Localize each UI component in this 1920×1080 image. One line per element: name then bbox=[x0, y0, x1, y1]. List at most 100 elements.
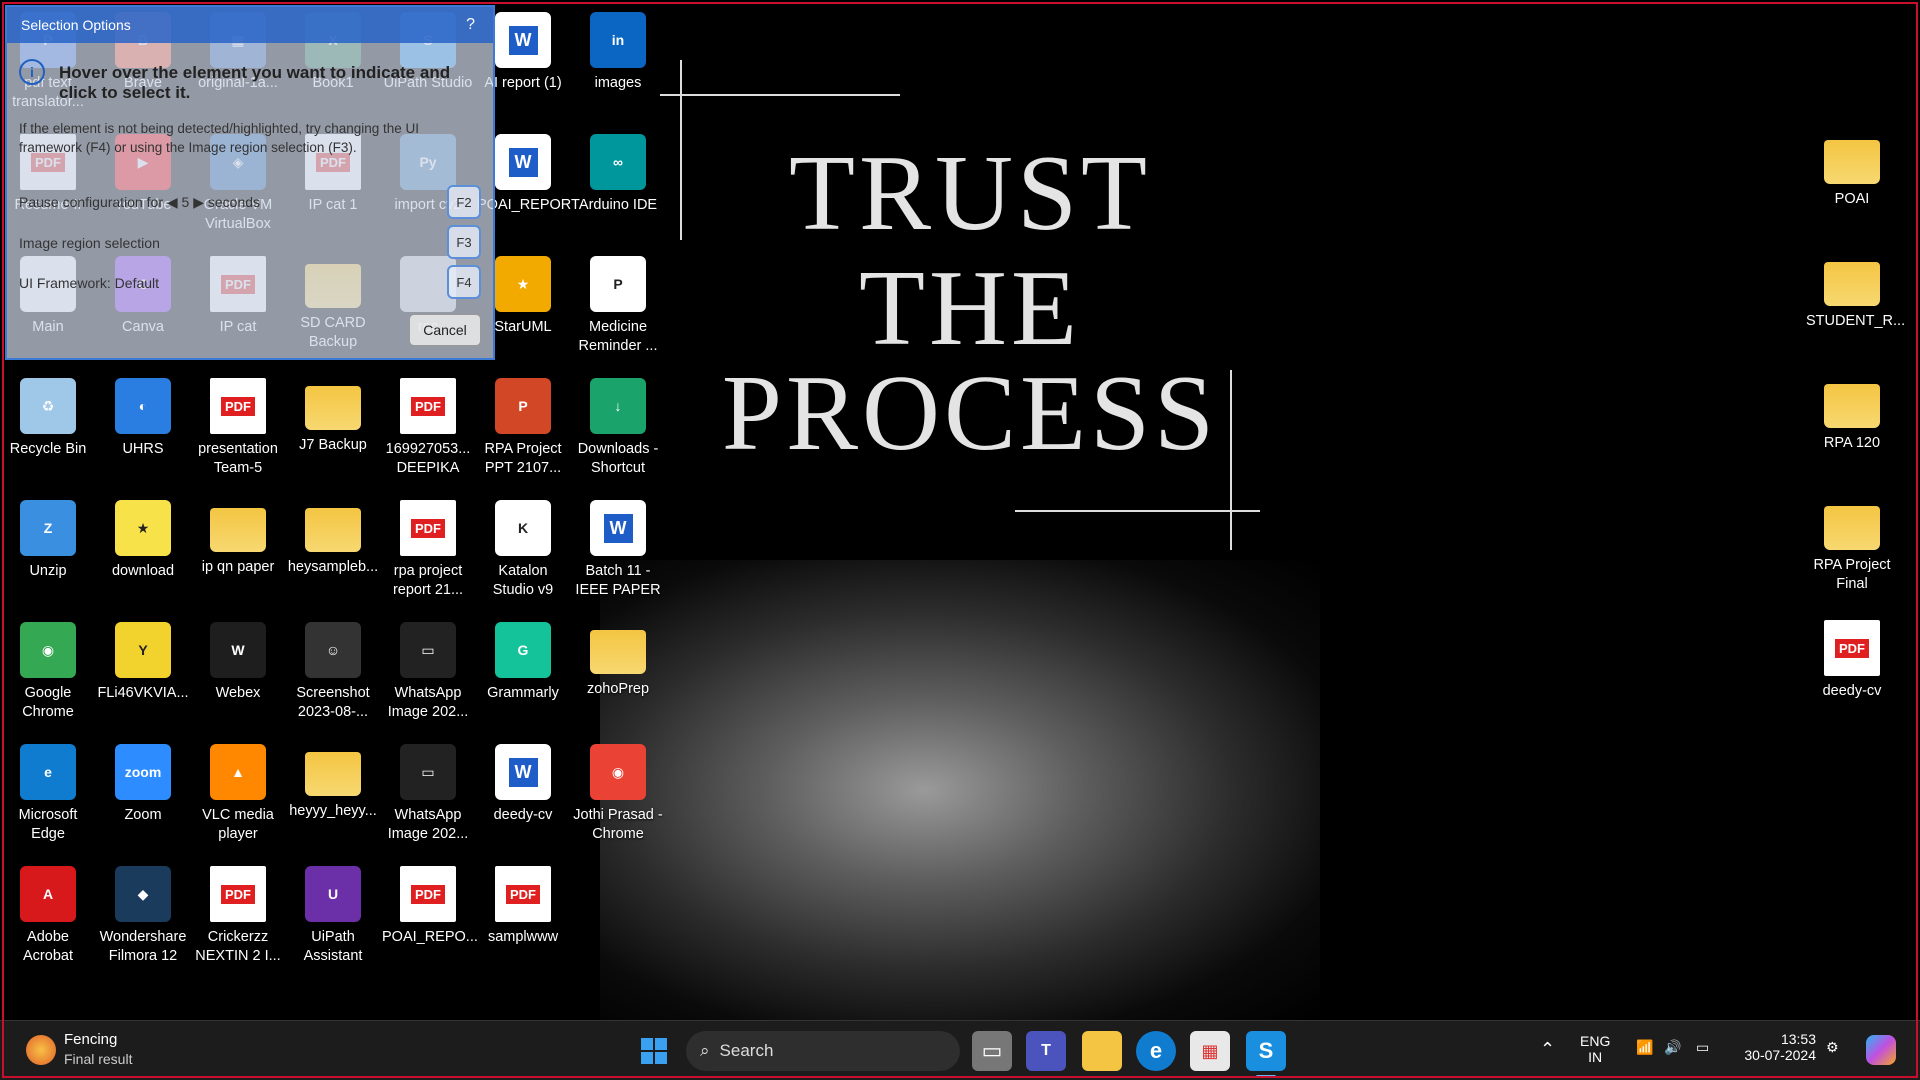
chevron-up-icon[interactable]: ⌃ bbox=[1540, 1039, 1555, 1060]
desktop-icon[interactable]: P RPA Project PPT 2107... bbox=[477, 368, 569, 486]
region-code: IN bbox=[1588, 1049, 1603, 1065]
desktop-icon[interactable]: U UiPath Assistant bbox=[287, 856, 379, 974]
desktop-icon-label: 169927053... DEEPIKA bbox=[385, 441, 471, 476]
app-glyph: Y bbox=[138, 642, 148, 658]
search-icon: ⌕ bbox=[700, 1041, 710, 1060]
cancel-button[interactable]: Cancel bbox=[409, 314, 481, 346]
folder-icon bbox=[1824, 384, 1880, 428]
ui-framework-label[interactable]: UI Framework: Default bbox=[19, 275, 159, 291]
desktop-icon[interactable]: ▲ VLC media player bbox=[192, 734, 284, 852]
language-indicator[interactable]: ENG IN bbox=[1580, 1033, 1610, 1065]
store-icon[interactable]: ▦ bbox=[1190, 1031, 1230, 1071]
desktop-icon[interactable]: ◐ UHRS bbox=[97, 368, 189, 486]
pause-stepper[interactable]: ◀ 5 ▶ bbox=[167, 194, 208, 210]
desktop-icon-label: deedy-cv bbox=[1822, 683, 1882, 699]
desktop-icon[interactable]: PDF 169927053... DEEPIKA bbox=[382, 368, 474, 486]
copilot-icon[interactable] bbox=[1866, 1035, 1896, 1065]
notification-icon[interactable]: ⚙ bbox=[1826, 1039, 1839, 1056]
desktop-icon[interactable]: Z Unzip bbox=[2, 490, 94, 608]
help-icon[interactable]: ? bbox=[466, 16, 475, 34]
desktop-icon[interactable]: PDF POAI_REPO... bbox=[382, 856, 478, 974]
desktop-icon[interactable]: P Medicine Reminder ... bbox=[572, 246, 664, 364]
desktop-icon[interactable]: zohoPrep bbox=[572, 612, 664, 730]
desktop-icon[interactable]: PDF rpa project report 21... bbox=[382, 490, 474, 608]
word-document-icon: W bbox=[590, 500, 646, 556]
f4-key-button[interactable]: F4 bbox=[447, 265, 481, 299]
desktop-icon[interactable]: zoom Zoom bbox=[97, 734, 189, 852]
desktop-icon[interactable]: in images bbox=[572, 2, 664, 120]
desktop-icon[interactable]: e Microsoft Edge bbox=[2, 734, 94, 852]
desktop-icon[interactable]: PDF presentation Team-5 bbox=[192, 368, 284, 486]
weather-title[interactable]: Fencing bbox=[64, 1031, 117, 1048]
pause-value[interactable]: 5 bbox=[182, 194, 190, 210]
desktop-icon[interactable]: heyyy_heyy... bbox=[287, 734, 379, 852]
desktop-icon-label: deedy-cv bbox=[493, 807, 553, 823]
desktop-icon[interactable]: ▭ WhatsApp Image 202... bbox=[382, 734, 474, 852]
pdf-badge: PDF bbox=[411, 884, 445, 904]
desktop-icon[interactable]: ◉ Jothi Prasad - Chrome bbox=[572, 734, 664, 852]
app-icon: ◐ bbox=[115, 378, 171, 434]
volume-icon[interactable]: 🔊 bbox=[1664, 1039, 1681, 1056]
selection-options-dialog[interactable]: Selection Options ? i Hover over the ele… bbox=[5, 5, 495, 360]
desktop-icon-label: rpa project report 21... bbox=[392, 563, 464, 598]
folder-icon bbox=[305, 386, 361, 430]
desktop-icon[interactable]: RPA 120 bbox=[1806, 366, 1898, 484]
pdf-icon: PDF bbox=[1824, 620, 1880, 676]
desktop-icon[interactable]: A Adobe Acrobat bbox=[2, 856, 94, 974]
desktop-icon[interactable]: W Webex bbox=[192, 612, 284, 730]
desktop-icon-label: J7 Backup bbox=[299, 437, 367, 453]
app-icon: U bbox=[305, 866, 361, 922]
desktop-icon-label: Wondershare Filmora 12 bbox=[99, 929, 187, 964]
file-explorer-icon[interactable] bbox=[1082, 1031, 1122, 1071]
battery-icon[interactable]: ▭ bbox=[1696, 1039, 1709, 1056]
app-icon: P bbox=[495, 378, 551, 434]
desktop-icon[interactable]: J7 Backup bbox=[287, 368, 379, 486]
app-icon: ▲ bbox=[210, 744, 266, 800]
teams-icon[interactable]: T bbox=[1026, 1031, 1066, 1071]
f2-key-button[interactable]: F2 bbox=[447, 185, 481, 219]
app-icon: Y bbox=[115, 622, 171, 678]
desktop-icon-label: STUDENT_R... bbox=[1806, 313, 1906, 329]
desktop-icon-label: ip qn paper bbox=[201, 559, 275, 575]
desktop-icon-label: RPA Project Final bbox=[1813, 557, 1891, 592]
desktop-icon[interactable]: ▭ WhatsApp Image 202... bbox=[382, 612, 474, 730]
desktop-icon[interactable]: PDF deedy-cv bbox=[1806, 610, 1898, 728]
desktop-icon[interactable]: ♻ Recycle Bin bbox=[2, 368, 94, 486]
desktop-icon[interactable]: ∞ Arduino IDE bbox=[572, 124, 664, 242]
desktop-icon[interactable]: ◉ Google Chrome bbox=[2, 612, 94, 730]
desktop-icon[interactable]: STUDENT_R... bbox=[1806, 244, 1906, 362]
folder-icon bbox=[590, 630, 646, 674]
clock-time: 13:53 bbox=[1780, 1031, 1816, 1047]
desktop-icon[interactable]: ip qn paper bbox=[192, 490, 284, 608]
desktop-icon[interactable]: ◆ Wondershare Filmora 12 bbox=[97, 856, 189, 974]
weather-widget-icon[interactable] bbox=[26, 1035, 56, 1065]
desktop-icon[interactable]: Y FLi46VKVIA... bbox=[97, 612, 189, 730]
desktop-icon[interactable]: POAI bbox=[1806, 122, 1898, 240]
dialog-titlebar[interactable]: Selection Options ? bbox=[7, 7, 493, 43]
image-region-label[interactable]: Image region selection bbox=[19, 235, 160, 251]
desktop-icon[interactable]: heysampleb... bbox=[287, 490, 379, 608]
desktop-icon[interactable]: ★ download bbox=[97, 490, 189, 608]
task-view-icon[interactable]: ▭ bbox=[972, 1031, 1012, 1071]
desktop-icon[interactable]: RPA Project Final bbox=[1806, 488, 1898, 606]
desktop-icon[interactable]: PDF Crickerzz NEXTIN 2 I... bbox=[192, 856, 284, 974]
pause-unit: seconds bbox=[207, 194, 261, 210]
desktop-icon[interactable]: ☺ Screenshot 2023-08-... bbox=[287, 612, 379, 730]
start-button[interactable] bbox=[634, 1031, 674, 1071]
folder-icon bbox=[1824, 140, 1880, 184]
taskbar-search[interactable]: ⌕ Search bbox=[686, 1031, 960, 1071]
desktop-icon[interactable]: G Grammarly bbox=[477, 612, 569, 730]
uipath-studio-taskbar-icon[interactable]: S bbox=[1246, 1031, 1286, 1071]
desktop-icon[interactable]: W Batch 11 - IEEE PAPER bbox=[572, 490, 664, 608]
clock[interactable]: 13:53 30-07-2024 bbox=[1736, 1031, 1816, 1063]
edge-icon[interactable]: e bbox=[1136, 1031, 1176, 1071]
desktop-icon[interactable]: K Katalon Studio v9 bbox=[477, 490, 569, 608]
desktop-icon[interactable]: PDF samplwww bbox=[477, 856, 569, 974]
f3-key-button[interactable]: F3 bbox=[447, 225, 481, 259]
weather-subtitle[interactable]: Final result bbox=[64, 1051, 132, 1067]
desktop-icon[interactable]: ↓ Downloads - Shortcut bbox=[572, 368, 664, 486]
desktop-icon[interactable]: Wdeedy-cv bbox=[477, 734, 569, 852]
wifi-icon[interactable]: 📶 bbox=[1636, 1039, 1653, 1056]
desktop-icon-label: Webex bbox=[215, 685, 261, 701]
wallpaper-text-the: THE bbox=[859, 249, 1081, 368]
